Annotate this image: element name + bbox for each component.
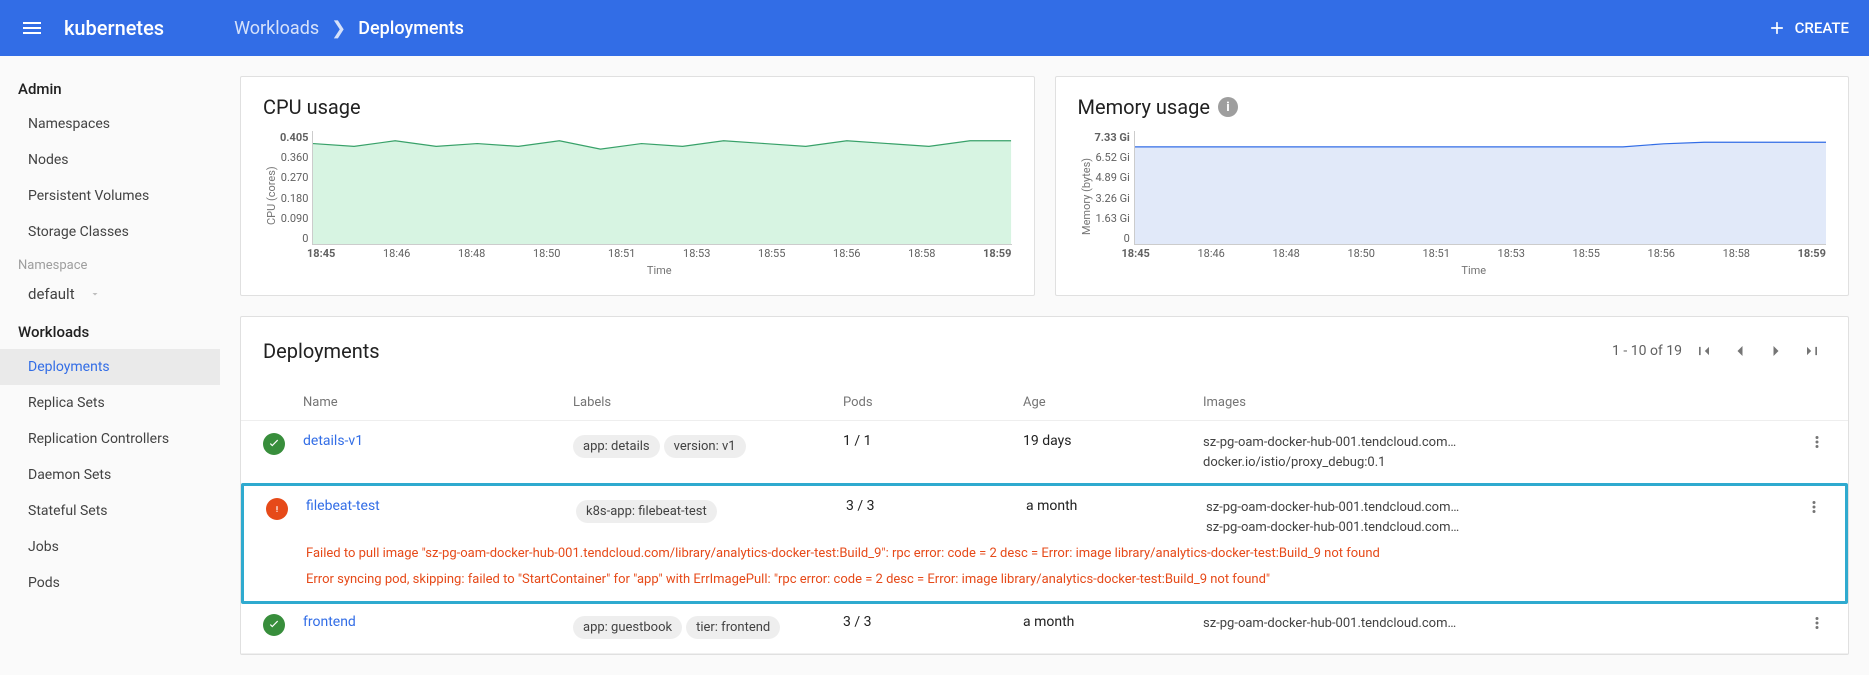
last-page-button[interactable] (1798, 337, 1826, 365)
sidebar-item-storage-classes[interactable]: Storage Classes (0, 214, 220, 250)
images-cell: sz-pg-oam-docker-hub-001.tendcloud.com… (1203, 614, 1786, 634)
more-icon[interactable] (1808, 433, 1826, 451)
namespace-label: Namespace (0, 250, 220, 281)
menu-icon[interactable] (20, 16, 44, 40)
x-axis-label: Time (1122, 264, 1827, 277)
labels-cell: k8s-app: filebeat-test (576, 498, 846, 525)
images-cell: sz-pg-oam-docker-hub-001.tendcloud.com…s… (1206, 498, 1783, 537)
logo: kubernetes (64, 16, 164, 40)
admin-heading: Admin (0, 72, 220, 106)
pagination-text: 1 - 10 of 19 (1612, 343, 1682, 359)
label-chip: tier: frontend (686, 616, 780, 639)
sidebar: Admin NamespacesNodesPersistent VolumesS… (0, 56, 220, 675)
y-axis-ticks: 7.33 Gi6.52 Gi4.89 Gi3.26 Gi1.63 Gi0 (1095, 131, 1134, 261)
sidebar-item-replication-controllers[interactable]: Replication Controllers (0, 421, 220, 457)
images-cell: sz-pg-oam-docker-hub-001.tendcloud.com…d… (1203, 433, 1786, 472)
workloads-heading: Workloads (0, 315, 220, 349)
table-row: frontendapp: guestbooktier: frontend3 / … (241, 602, 1848, 654)
x-axis-ticks: 18:4518:4618:4818:5018:5118:5318:5518:56… (1122, 247, 1827, 260)
sidebar-item-daemon-sets[interactable]: Daemon Sets (0, 457, 220, 493)
first-page-button[interactable] (1690, 337, 1718, 365)
age-cell: a month (1026, 498, 1206, 514)
dropdown-icon (89, 288, 101, 300)
sidebar-item-replica-sets[interactable]: Replica Sets (0, 385, 220, 421)
pods-cell: 3 / 3 (846, 498, 1026, 514)
pods-cell: 3 / 3 (843, 614, 1023, 630)
sidebar-item-nodes[interactable]: Nodes (0, 142, 220, 178)
col-pods[interactable]: Pods (843, 395, 1023, 410)
y-axis-label: CPU (cores) (263, 131, 280, 261)
namespace-select[interactable]: default (0, 281, 220, 315)
chart-title: CPU usage (263, 95, 1012, 119)
more-icon[interactable] (1808, 614, 1826, 632)
error-icon (266, 498, 288, 520)
plot-area (1134, 131, 1826, 245)
sidebar-item-persistent-volumes[interactable]: Persistent Volumes (0, 178, 220, 214)
labels-cell: app: detailsversion: v1 (573, 433, 843, 460)
labels-cell: app: guestbooktier: frontend (573, 614, 843, 641)
y-axis-ticks: 0.4050.3600.2700.1800.0900 (280, 131, 312, 261)
next-page-button[interactable] (1762, 337, 1790, 365)
table-title: Deployments (263, 339, 1612, 363)
col-images[interactable]: Images (1203, 395, 1786, 410)
pods-cell: 1 / 1 (843, 433, 1023, 449)
label-chip: app: guestbook (573, 616, 682, 639)
error-message: Failed to pull image "sz-pg-oam-docker-h… (306, 545, 1823, 563)
chevron-right-icon: ❯ (331, 18, 346, 39)
age-cell: a month (1023, 614, 1203, 630)
prev-page-button[interactable] (1726, 337, 1754, 365)
error-message: Error syncing pod, skipping: failed to "… (306, 571, 1823, 589)
cpu-chart: CPU usage CPU (cores)0.4050.3600.2700.180… (240, 76, 1035, 296)
chart-title: Memory usagei (1078, 95, 1827, 119)
sidebar-item-deployments[interactable]: Deployments (0, 349, 220, 385)
label-chip: version: v1 (664, 435, 746, 458)
x-axis-label: Time (307, 264, 1012, 277)
main-content: CPU usage CPU (cores)0.4050.3600.2700.180… (220, 56, 1869, 675)
info-icon[interactable]: i (1218, 97, 1238, 117)
col-labels[interactable]: Labels (573, 395, 843, 410)
table-row: filebeat-test k8s-app: filebeat-test 3 / 3… (241, 483, 1848, 604)
more-icon[interactable] (1805, 498, 1823, 516)
check-icon (263, 614, 285, 636)
col-age[interactable]: Age (1023, 395, 1203, 410)
deployment-link[interactable]: filebeat-test (306, 498, 380, 514)
create-button[interactable]: CREATE (1767, 18, 1849, 38)
check-icon (263, 433, 285, 455)
deployment-link[interactable]: frontend (303, 614, 356, 630)
app-header: kubernetes Workloads ❯ Deployments CREAT… (0, 0, 1869, 56)
x-axis-ticks: 18:4518:4618:4818:5018:5118:5318:5518:56… (307, 247, 1012, 260)
sidebar-item-namespaces[interactable]: Namespaces (0, 106, 220, 142)
plus-icon (1767, 18, 1787, 38)
create-label: CREATE (1795, 19, 1849, 37)
label-chip: k8s-app: filebeat-test (576, 500, 717, 523)
breadcrumb-current: Deployments (358, 18, 464, 39)
age-cell: 19 days (1023, 433, 1203, 449)
sidebar-item-stateful-sets[interactable]: Stateful Sets (0, 493, 220, 529)
table-head: Name Labels Pods Age Images (241, 385, 1848, 421)
deployments-table: Deployments 1 - 10 of 19 Name Labels Pod… (240, 316, 1849, 655)
deployment-link[interactable]: details-v1 (303, 433, 363, 449)
memory-chart: Memory usagei Memory (bytes)7.33 Gi6.52 G… (1055, 76, 1850, 296)
plot-area (312, 131, 1011, 245)
sidebar-item-pods[interactable]: Pods (0, 565, 220, 601)
label-chip: app: details (573, 435, 660, 458)
table-row: details-v1app: detailsversion: v11 / 119… (241, 421, 1848, 485)
col-name[interactable]: Name (303, 395, 573, 410)
breadcrumb-parent[interactable]: Workloads (234, 18, 319, 39)
namespace-value: default (28, 285, 75, 303)
breadcrumb: Workloads ❯ Deployments (234, 18, 1767, 39)
pagination: 1 - 10 of 19 (1612, 337, 1826, 365)
sidebar-item-jobs[interactable]: Jobs (0, 529, 220, 565)
y-axis-label: Memory (bytes) (1078, 131, 1095, 261)
